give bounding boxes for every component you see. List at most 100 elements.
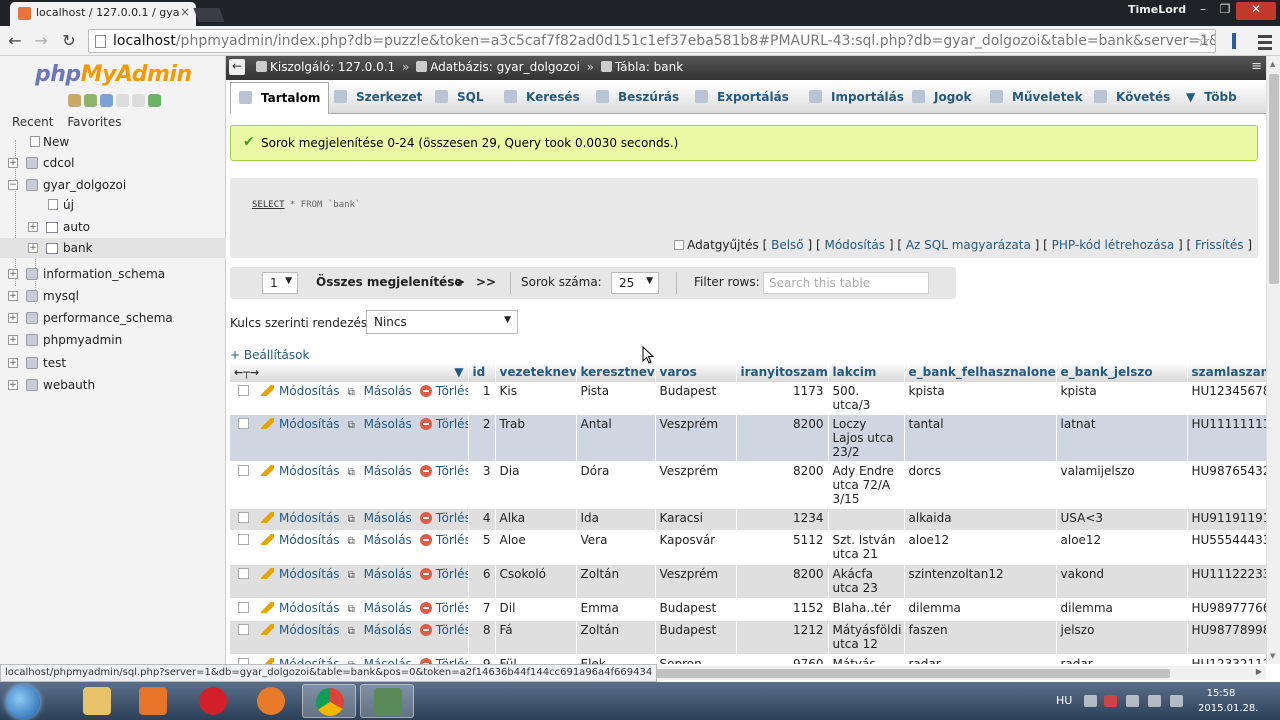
column-resize-handles[interactable]: ←┬→ ▼ <box>230 362 469 382</box>
breadcrumb-table[interactable]: Tábla: bank <box>615 60 683 74</box>
start-button[interactable] <box>6 685 40 719</box>
column-header-iranyitoszam[interactable]: iranyitoszam <box>736 362 829 382</box>
maximize-icon[interactable]: ❐ <box>1212 2 1238 16</box>
expand-icon[interactable]: + <box>8 380 18 390</box>
profiling-checkbox[interactable] <box>674 240 685 250</box>
tray-arrow-icon[interactable] <box>1084 695 1097 707</box>
taskbar-chrome[interactable] <box>302 684 356 718</box>
logout-icon[interactable] <box>84 94 97 107</box>
row-checkbox[interactable] <box>238 385 249 396</box>
cell-keresztnev[interactable]: Antal <box>576 414 656 462</box>
cell-vezeteknev[interactable]: Dia <box>495 461 577 509</box>
delete-row-button[interactable]: Törlés <box>412 384 467 398</box>
row-checkbox[interactable] <box>238 624 249 635</box>
cell-id[interactable]: 9 <box>468 654 496 664</box>
cell-e-bank-jelszo[interactable]: valamijelszo <box>1056 461 1188 509</box>
vertical-scrollbar[interactable]: ▲ ▼ <box>1266 56 1280 664</box>
breadcrumb-database[interactable]: Adatbázis: gyar_dolgozoi <box>430 60 580 74</box>
cell-lakcim[interactable]: Szt. István utca 21 <box>828 530 905 565</box>
new-tab-button[interactable] <box>193 8 225 22</box>
cell-vezeteknev[interactable]: Fül <box>495 654 577 664</box>
last-page-button[interactable]: >> <box>476 275 496 289</box>
table-row[interactable]: Módosítás ⧉ Másolás Törlés 7 Dil Emma Budapest 1… <box>230 598 1280 621</box>
delete-row-button[interactable]: Törlés <box>412 417 467 431</box>
cell-vezeteknev[interactable]: Fá <box>495 620 577 655</box>
expand-icon[interactable]: + <box>28 243 38 253</box>
table-row[interactable]: Módosítás⧉MásolásTörlés9FülElekSopron976… <box>230 654 1280 664</box>
breadcrumb-close-icon[interactable]: ≡ <box>1251 59 1262 74</box>
cell-e-bank-jelszo[interactable]: jelszo <box>1056 620 1188 655</box>
delete-row-button[interactable]: Törlés <box>412 567 467 581</box>
rows-per-page-select[interactable]: 25 ▼ <box>611 272 659 294</box>
cell-e-bank-felhasznalonev[interactable]: dorcs <box>904 461 1057 509</box>
edit-row-button[interactable]: Módosítás <box>261 417 340 431</box>
delete-row-button[interactable]: Törlés <box>412 601 467 615</box>
profile-name[interactable]: TimeLord <box>1128 3 1186 16</box>
copy-row-button[interactable]: ⧉Másolás <box>340 533 412 547</box>
expand-icon[interactable]: + <box>8 335 18 345</box>
browser-tab[interactable]: localhost / 127.0.0.1 / gya × <box>10 2 196 26</box>
cell-e-bank-jelszo[interactable]: latnat <box>1056 414 1188 462</box>
tree-item-gyar-dolgozoi[interactable]: − gyar_dolgozoi <box>0 175 226 195</box>
system-clock[interactable]: 15:58 2015.01.28. <box>1198 686 1258 716</box>
cell-lakcim[interactable]: Blaha..tér <box>828 598 905 621</box>
table-row[interactable]: Módosítás ⧉ Másolás Törlés 6 Csokoló Zoltán Ves… <box>230 564 1280 599</box>
edit-row-button[interactable]: Módosítás <box>261 623 340 637</box>
cell-id[interactable]: 7 <box>468 598 496 621</box>
close-tab-icon[interactable]: × <box>180 5 190 19</box>
cell-keresztnev[interactable]: Dóra <box>576 461 656 509</box>
cell-varos[interactable]: Veszprém <box>655 414 737 462</box>
phpmyadmin-logo[interactable]: phpMyAdmin <box>35 62 192 87</box>
cell-vezeteknev[interactable]: Kis <box>495 382 577 415</box>
cell-iranyitoszam[interactable]: 1152 <box>736 598 829 621</box>
table-row[interactable]: Módosítás ⧉ Másolás Törlés 3 Dia Dóra Veszprém 8… <box>230 461 1280 509</box>
cell-lakcim[interactable]: Mátyás király utca <box>828 654 905 664</box>
cell-lakcim[interactable]: Loczy Lajos utca 23/2 <box>828 414 905 462</box>
cell-keresztnev[interactable]: Pista <box>576 382 656 415</box>
cell-varos[interactable]: Karacsi <box>655 508 737 531</box>
tree-item-performance-schema[interactable]: + performance_schema <box>0 308 226 328</box>
window-close-icon[interactable]: ✕ <box>1236 2 1276 20</box>
recent-tab[interactable]: Recent <box>12 115 53 129</box>
table-row[interactable]: Módosítás ⧉ Másolás Törlés 4 Alka Ida Karacsi 12… <box>230 508 1280 531</box>
cell-lakcim[interactable]: Akácfa utca 23 <box>828 564 905 599</box>
edit-row-button[interactable]: Módosítás <box>261 657 340 664</box>
tree-item-auto[interactable]: + auto <box>0 217 226 237</box>
tree-item-bank[interactable]: + bank <box>0 238 226 258</box>
cell-iranyitoszam[interactable]: 5112 <box>736 530 829 565</box>
cell-e-bank-felhasznalonev[interactable]: aloe12 <box>904 530 1057 565</box>
breadcrumb-server[interactable]: Kiszolgáló: 127.0.0.1 <box>270 60 395 74</box>
column-header-varos[interactable]: varos <box>655 362 737 382</box>
delete-row-button[interactable]: Törlés <box>412 657 467 664</box>
taskbar-opera[interactable] <box>186 684 240 718</box>
address-bar[interactable]: localhost/phpmyadmin/index.php?db=puzzle… <box>88 29 1216 53</box>
help-icon[interactable] <box>100 94 113 107</box>
cell-vezeteknev[interactable]: Alka <box>495 508 577 531</box>
tree-item-test[interactable]: + test <box>0 353 226 373</box>
column-header-keresztnev[interactable]: keresztnev <box>576 362 656 382</box>
filter-rows-input[interactable]: Search this table <box>763 272 929 294</box>
cell-id[interactable]: 6 <box>468 564 496 599</box>
column-resize-icon[interactable]: ←┬→ <box>234 366 259 379</box>
copy-row-button[interactable]: ⧉Másolás <box>340 417 412 431</box>
tree-item-phpmyadmin[interactable]: + phpmyadmin <box>0 330 226 350</box>
cell-id[interactable]: 8 <box>468 620 496 655</box>
expand-icon[interactable]: + <box>8 291 18 301</box>
tab-jogok[interactable]: Jogok <box>912 82 972 114</box>
expand-icon[interactable]: + <box>8 158 18 168</box>
tree-item-new-table[interactable]: új <box>0 195 226 215</box>
next-page-button[interactable]: > <box>455 275 465 289</box>
cell-e-bank-felhasznalonev[interactable]: radar <box>904 654 1057 664</box>
delete-row-button[interactable]: Törlés <box>412 623 467 637</box>
volume-icon[interactable] <box>1170 695 1183 707</box>
tree-item-mysql[interactable]: + mysql <box>0 286 226 306</box>
column-header-vezeteknev[interactable]: vezeteknev <box>495 362 577 382</box>
row-checkbox[interactable] <box>238 465 249 476</box>
page-select[interactable]: 1 ▼ <box>262 272 298 294</box>
cell-lakcim[interactable]: Ady Endre utca 72/A 3/15 <box>828 461 905 509</box>
tab-kovetes[interactable]: Követés <box>1094 82 1170 114</box>
cell-lakcim[interactable]: 500. utca/3 <box>828 382 905 415</box>
table-row[interactable]: Módosítás ⧉ Másolás Törlés 2 Trab Antal Veszpré… <box>230 414 1280 462</box>
tree-item-information-schema[interactable]: + information_schema <box>0 264 226 284</box>
edit-link[interactable]: Módosítás <box>824 238 885 252</box>
